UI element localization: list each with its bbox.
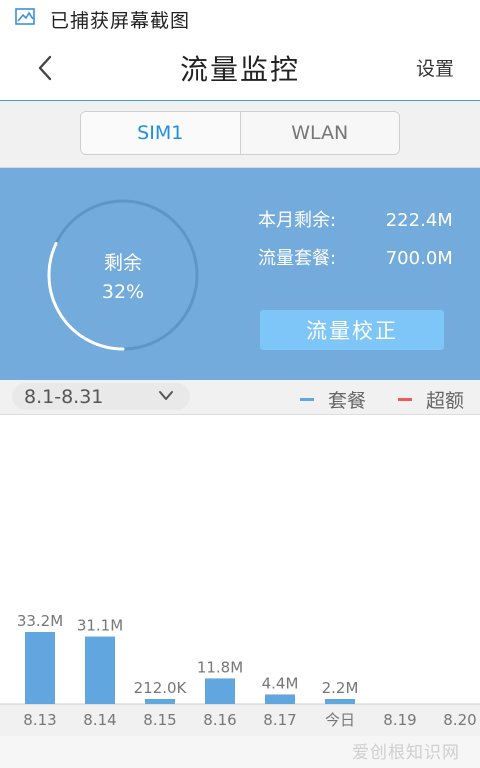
legend-overage-swatch (398, 398, 412, 401)
tab-wlan[interactable]: WLAN (239, 112, 399, 154)
status-text: 已捕获屏幕截图 (50, 10, 191, 32)
tick-label-8.15: 8.15 (143, 711, 176, 729)
tab-area: SIM1 WLAN (0, 101, 480, 168)
value-label-8.17: 4.4M (262, 674, 299, 692)
tick-label-8.14: 8.14 (83, 711, 116, 729)
page-title: 流量监控 (179, 53, 300, 86)
tick-label-今日: 今日 (325, 711, 355, 729)
plan-row: 流量套餐: 700.0M (258, 244, 453, 270)
tick-label-8.17: 8.17 (263, 711, 296, 729)
title-bar: 流量监控 设置 (0, 36, 480, 101)
chevron-down-icon (159, 391, 173, 400)
plan-value: 700.0M (385, 248, 453, 269)
value-label-8.13: 33.2M (17, 612, 63, 630)
daily-usage-chart: K33.2M8.1331.1M8.14212.0K8.1511.8M8.164.… (0, 414, 480, 736)
status-bar: 已捕获屏幕截图 (0, 0, 480, 36)
value-label-8.15: 212.0K (134, 679, 188, 697)
date-range-value: 8.1-8.31 (24, 385, 104, 408)
remaining-row: 本月剩余: 222.4M (258, 206, 453, 232)
remaining-label: 本月剩余: (258, 210, 337, 231)
bar-8.16 (205, 678, 235, 704)
ring-center: 剩余 32% (44, 196, 202, 354)
bar-8.15 (145, 699, 175, 704)
tab-sim1[interactable]: SIM1 (81, 112, 240, 154)
usage-summary-panel: 剩余 32% 本月剩余: 222.4M 流量套餐: 700.0M 流量校正 (0, 168, 480, 380)
screenshot-icon (15, 8, 35, 25)
watermark: 爱创根知识网 (352, 743, 460, 763)
legend-overage: 超额 (398, 386, 464, 413)
ring-label: 剩余 (103, 251, 142, 274)
legend-plan-label: 套餐 (328, 390, 367, 412)
settings-button[interactable]: 设置 (416, 54, 454, 81)
value-label-今日: 2.2M (322, 679, 359, 697)
tick-label-8.20: 8.20 (443, 711, 476, 729)
tick-label-8.19: 8.19 (383, 711, 416, 729)
legend-overage-label: 超额 (426, 390, 465, 412)
bar-8.17 (265, 694, 295, 704)
ring-percent: 32% (101, 280, 145, 303)
plan-label: 流量套餐: (258, 248, 337, 269)
calibrate-button[interactable]: 流量校正 (260, 310, 444, 350)
value-label-8.14: 31.1M (77, 617, 123, 635)
legend-plan-swatch (300, 398, 314, 401)
remaining-value: 222.4M (385, 210, 453, 231)
tick-label-8.13: 8.13 (23, 711, 56, 729)
date-range-dropdown[interactable]: 8.1-8.31 (12, 383, 190, 410)
bar-今日 (325, 699, 355, 704)
bar-8.14 (85, 636, 115, 704)
legend-plan: 套餐 (300, 386, 366, 413)
tick-label-8.16: 8.16 (203, 711, 236, 729)
bar-8.13 (25, 632, 55, 704)
daily-usage-bars: K33.2M8.1331.1M8.14212.0K8.1511.8M8.164.… (0, 612, 480, 736)
sim-wlan-switcher: SIM1 WLAN (80, 111, 400, 155)
value-label-8.16: 11.8M (197, 658, 243, 676)
range-bar: 8.1-8.31 套餐 超额 (0, 380, 480, 415)
